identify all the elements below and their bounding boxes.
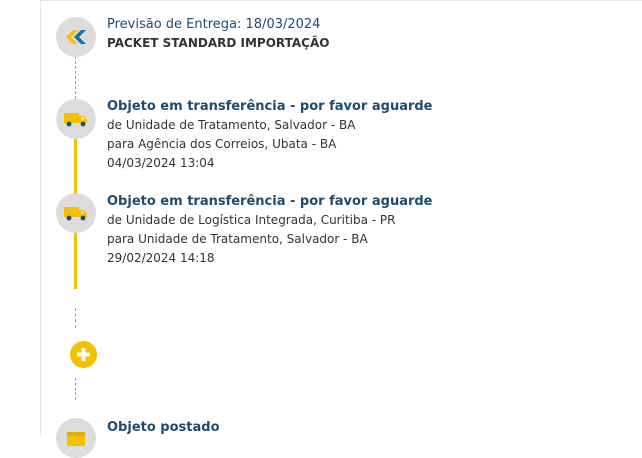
timeline-solid-connector xyxy=(74,138,77,194)
forecast-block: Previsão de Entrega: 18/03/2024 PACKET S… xyxy=(107,16,329,52)
timeline-dashed-connector xyxy=(75,378,76,400)
forecast-node xyxy=(56,17,96,57)
timeline-solid-connector xyxy=(74,232,77,289)
expand-events-button[interactable] xyxy=(70,341,97,368)
event-origin: de Unidade de Logística Integrada, Curit… xyxy=(107,213,396,227)
event-item: Objeto em transferência - por favor agua… xyxy=(107,193,433,268)
plus-icon xyxy=(77,348,90,361)
event-destination: para Unidade de Tratamento, Salvador - B… xyxy=(107,232,368,246)
event-destination: para Agência dos Correios, Ubata - BA xyxy=(107,137,337,151)
timeline-dashed-connector xyxy=(75,56,76,99)
service-name: PACKET STANDARD IMPORTAÇÃO xyxy=(107,36,330,50)
event-title: Objeto postado xyxy=(107,420,220,435)
event-datetime: 04/03/2024 13:04 xyxy=(107,156,215,170)
forecast-date: Previsão de Entrega: 18/03/2024 xyxy=(107,17,321,32)
box-icon xyxy=(67,432,85,446)
event-node xyxy=(56,193,96,233)
timeline-dashed-connector xyxy=(75,308,76,328)
event-title: Objeto em transferência - por favor agua… xyxy=(107,99,433,114)
event-item: Objeto postado xyxy=(107,419,220,437)
top-divider xyxy=(40,0,642,1)
event-datetime: 29/02/2024 14:18 xyxy=(107,251,215,265)
truck-icon xyxy=(64,113,87,127)
event-origin: de Unidade de Tratamento, Salvador - BA xyxy=(107,118,356,132)
event-node xyxy=(56,418,96,458)
correios-logo-icon xyxy=(66,30,86,44)
event-item: Objeto em transferência - por favor agua… xyxy=(107,98,433,173)
truck-icon xyxy=(64,207,87,221)
event-node xyxy=(56,99,96,139)
left-divider xyxy=(40,0,41,435)
event-title: Objeto em transferência - por favor agua… xyxy=(107,194,433,209)
